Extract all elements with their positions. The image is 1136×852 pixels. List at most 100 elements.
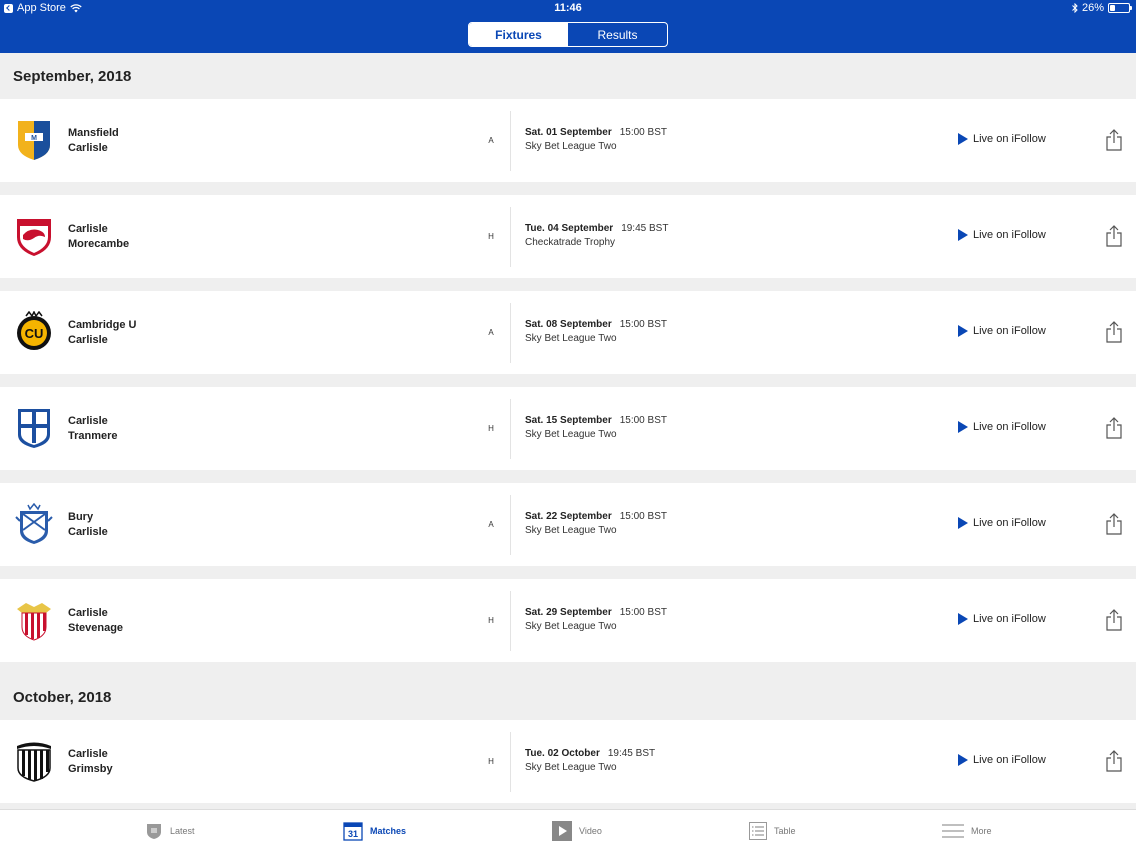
share-icon[interactable] bbox=[1105, 321, 1123, 343]
share-icon[interactable] bbox=[1105, 750, 1123, 772]
venue-indicator: A bbox=[488, 328, 494, 337]
live-on-ifollow-button[interactable]: Live on iFollow bbox=[958, 613, 1046, 625]
away-team: Carlisle bbox=[68, 334, 108, 346]
tab-table[interactable]: Table bbox=[749, 822, 796, 840]
stevenage-crest-icon bbox=[17, 603, 51, 641]
play-icon bbox=[958, 133, 968, 145]
away-team: Grimsby bbox=[68, 763, 113, 775]
play-icon bbox=[958, 613, 968, 625]
fixture-row[interactable]: M Mansfield Carlisle A Sat. 01 September… bbox=[0, 99, 1136, 182]
kickoff-time: 15:00 BST bbox=[619, 607, 667, 618]
live-on-ifollow-button[interactable]: Live on iFollow bbox=[958, 229, 1046, 241]
competition: Sky Bet League Two bbox=[525, 621, 617, 632]
fixture-row[interactable]: Carlisle Tranmere H Sat. 15 September 15:… bbox=[0, 387, 1136, 470]
live-label: Live on iFollow bbox=[973, 133, 1046, 145]
table-list-icon bbox=[749, 822, 767, 840]
competition: Sky Bet League Two bbox=[525, 525, 617, 536]
home-team: Bury bbox=[68, 511, 94, 523]
bottom-tab-bar: Latest 31 Matches Video Table More bbox=[0, 809, 1136, 852]
tab-label: More bbox=[971, 826, 992, 836]
play-icon bbox=[958, 754, 968, 766]
match-date: Sat. 15 September bbox=[525, 415, 612, 426]
match-date: Sat. 01 September bbox=[525, 127, 612, 138]
svg-text:CU: CU bbox=[25, 326, 44, 341]
live-label: Live on iFollow bbox=[973, 613, 1046, 625]
bury-crest-icon bbox=[15, 503, 53, 544]
match-info: Sat. 29 September 15:00 BST Sky Bet Leagu… bbox=[525, 606, 667, 634]
fixture-row[interactable]: Carlisle Grimsby H Tue. 02 October 19:45 … bbox=[0, 720, 1136, 803]
fixture-row[interactable]: Carlisle Morecambe H Tue. 04 September 19… bbox=[0, 195, 1136, 278]
match-date: Sat. 29 September bbox=[525, 607, 612, 618]
venue-indicator: H bbox=[488, 757, 494, 766]
fixtures-results-switch: Fixtures Results bbox=[468, 22, 668, 47]
clock: 11:46 bbox=[554, 2, 582, 14]
share-icon[interactable] bbox=[1105, 417, 1123, 439]
competition: Sky Bet League Two bbox=[525, 333, 617, 344]
competition: Sky Bet League Two bbox=[525, 429, 617, 440]
competition: Checkatrade Trophy bbox=[525, 237, 616, 248]
home-team: Carlisle bbox=[68, 607, 108, 619]
play-icon bbox=[958, 517, 968, 529]
divider bbox=[510, 495, 511, 555]
tab-fixtures[interactable]: Fixtures bbox=[469, 23, 568, 46]
fixture-row[interactable]: CU Cambridge U Carlisle A Sat. 08 Septem… bbox=[0, 291, 1136, 374]
share-icon[interactable] bbox=[1105, 609, 1123, 631]
fixture-row[interactable]: Carlisle Stevenage H Sat. 29 September 15… bbox=[0, 579, 1136, 662]
live-on-ifollow-button[interactable]: Live on iFollow bbox=[958, 421, 1046, 433]
live-label: Live on iFollow bbox=[973, 421, 1046, 433]
teams: Mansfield Carlisle bbox=[68, 126, 119, 156]
live-on-ifollow-button[interactable]: Live on iFollow bbox=[958, 133, 1046, 145]
home-team: Mansfield bbox=[68, 127, 119, 139]
battery-icon bbox=[1108, 3, 1132, 13]
venue-indicator: A bbox=[488, 136, 494, 145]
share-icon[interactable] bbox=[1105, 513, 1123, 535]
play-video-icon bbox=[552, 821, 572, 841]
competition: Sky Bet League Two bbox=[525, 141, 617, 152]
tab-video[interactable]: Video bbox=[552, 821, 602, 841]
match-date: Tue. 04 September bbox=[525, 223, 614, 234]
away-team: Morecambe bbox=[68, 238, 130, 250]
live-on-ifollow-button[interactable]: Live on iFollow bbox=[958, 517, 1046, 529]
teams: Carlisle Tranmere bbox=[68, 414, 118, 444]
live-label: Live on iFollow bbox=[973, 325, 1046, 337]
tab-results[interactable]: Results bbox=[568, 23, 667, 46]
fixtures-list[interactable]: September, 2018 M Mansfield Carlisle A S… bbox=[0, 53, 1136, 809]
kickoff-time: 19:45 BST bbox=[621, 223, 669, 234]
calendar-day: 31 bbox=[348, 829, 358, 839]
match-info: Sat. 01 September 15:00 BST Sky Bet Leagu… bbox=[525, 126, 667, 154]
divider bbox=[510, 591, 511, 651]
kickoff-time: 15:00 BST bbox=[619, 127, 667, 138]
share-icon[interactable] bbox=[1105, 129, 1123, 151]
divider bbox=[510, 732, 511, 792]
teams: Carlisle Grimsby bbox=[68, 747, 113, 777]
kickoff-time: 15:00 BST bbox=[619, 319, 667, 330]
month-header: October, 2018 bbox=[13, 688, 112, 706]
status-bar: App Store 11:46 26% bbox=[0, 0, 1136, 17]
teams: Bury Carlisle bbox=[68, 510, 108, 540]
away-team: Carlisle bbox=[68, 142, 108, 154]
match-info: Tue. 02 October 19:45 BST Sky Bet League … bbox=[525, 747, 655, 775]
live-on-ifollow-button[interactable]: Live on iFollow bbox=[958, 325, 1046, 337]
divider bbox=[510, 207, 511, 267]
match-info: Sat. 08 September 15:00 BST Sky Bet Leagu… bbox=[525, 318, 667, 346]
share-icon[interactable] bbox=[1105, 225, 1123, 247]
live-on-ifollow-button[interactable]: Live on iFollow bbox=[958, 754, 1046, 766]
divider bbox=[510, 303, 511, 363]
fixture-row[interactable]: Bury Carlisle A Sat. 22 September 15:00 B… bbox=[0, 483, 1136, 566]
divider bbox=[510, 111, 511, 171]
teams: Cambridge U Carlisle bbox=[68, 318, 136, 348]
status-right: 26% bbox=[1072, 2, 1132, 14]
home-team: Carlisle bbox=[68, 223, 108, 235]
grimsby-crest-icon bbox=[17, 742, 51, 782]
tab-more[interactable]: More bbox=[942, 824, 992, 838]
tab-matches[interactable]: 31 Matches bbox=[343, 821, 406, 841]
teams: Carlisle Stevenage bbox=[68, 606, 123, 636]
kickoff-time: 15:00 BST bbox=[619, 511, 667, 522]
match-date: Sat. 08 September bbox=[525, 319, 612, 330]
away-team: Stevenage bbox=[68, 622, 124, 634]
club-crest-icon bbox=[147, 824, 161, 839]
tab-label: Table bbox=[774, 826, 796, 836]
competition: Sky Bet League Two bbox=[525, 762, 617, 773]
tab-latest[interactable]: Latest bbox=[145, 822, 195, 840]
away-team: Carlisle bbox=[68, 526, 108, 538]
